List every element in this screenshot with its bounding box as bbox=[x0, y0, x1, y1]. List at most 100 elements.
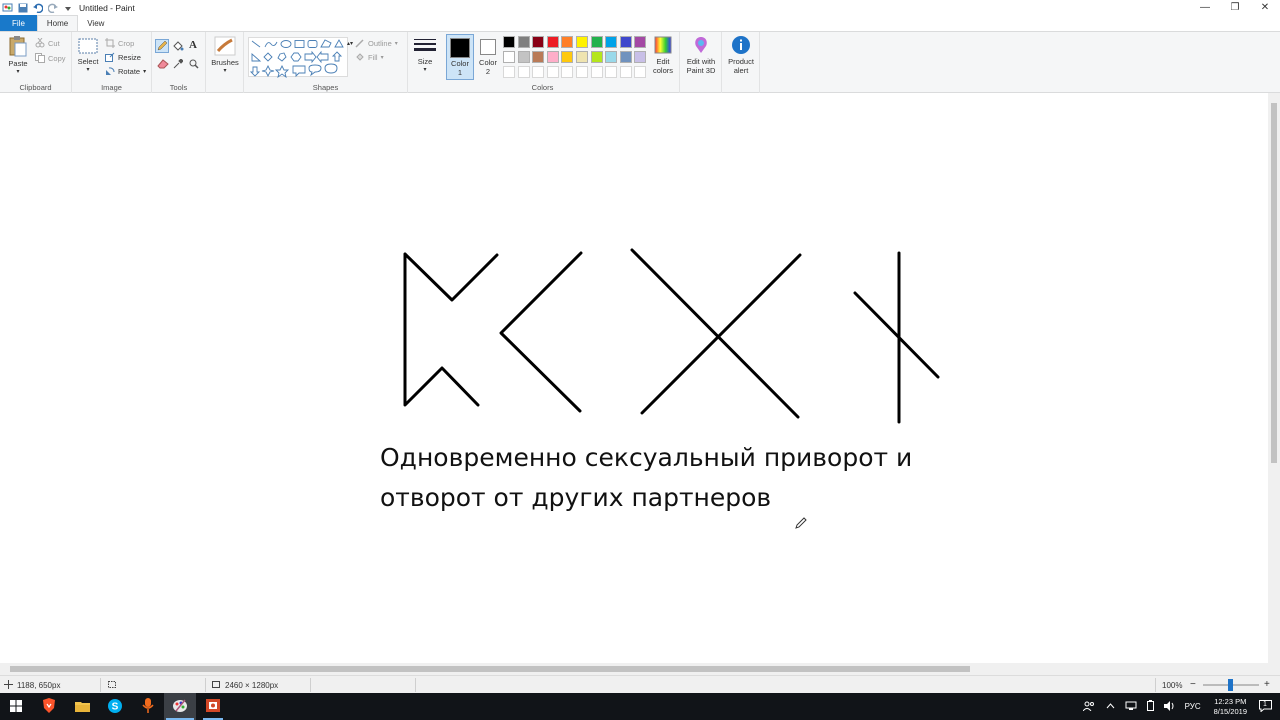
color-swatch[interactable] bbox=[546, 36, 559, 48]
outline-dropdown[interactable]: Outline ▾ bbox=[355, 38, 398, 48]
color-swatch[interactable] bbox=[561, 51, 574, 63]
color-swatch[interactable] bbox=[561, 36, 574, 48]
color-swatch[interactable] bbox=[546, 51, 559, 63]
rune-3a bbox=[630, 248, 800, 419]
customize-qat-icon[interactable] bbox=[62, 2, 73, 13]
size-button[interactable]: Size ▾ bbox=[412, 37, 438, 73]
pencil-cursor-icon bbox=[795, 517, 807, 531]
network-icon[interactable] bbox=[1125, 701, 1137, 713]
edit-colors-button[interactable]: Edit colors bbox=[648, 35, 678, 75]
rotate-dropdown-icon[interactable]: ▾ bbox=[143, 68, 146, 75]
fill-bucket-icon[interactable] bbox=[172, 40, 184, 54]
zoom-slider-thumb[interactable] bbox=[1228, 679, 1233, 691]
taskbar-file-explorer[interactable] bbox=[66, 693, 98, 720]
undo-icon[interactable] bbox=[32, 2, 43, 13]
shapes-gallery[interactable] bbox=[248, 37, 348, 79]
color-picker-icon[interactable] bbox=[173, 58, 184, 71]
color-swatch[interactable] bbox=[576, 51, 588, 63]
zoom-in-button[interactable]: + bbox=[1264, 679, 1270, 690]
tab-home[interactable]: Home bbox=[36, 15, 79, 31]
color-swatch[interactable] bbox=[576, 66, 588, 78]
color-swatch[interactable] bbox=[503, 36, 515, 48]
battery-icon[interactable] bbox=[1146, 700, 1154, 713]
color-swatch[interactable] bbox=[532, 51, 545, 63]
action-center-icon[interactable]: 1 bbox=[1259, 699, 1272, 714]
magnifier-icon[interactable] bbox=[189, 59, 199, 71]
rotate-label: Rotate bbox=[118, 66, 141, 76]
taskbar-powerpoint[interactable] bbox=[197, 693, 229, 720]
horizontal-scrollbar[interactable] bbox=[0, 663, 1268, 675]
zoom-level: 100% bbox=[1162, 676, 1182, 694]
color-swatch[interactable] bbox=[546, 66, 559, 78]
color-swatch[interactable] bbox=[590, 51, 603, 63]
crop-icon bbox=[105, 38, 115, 48]
tab-file[interactable]: File bbox=[0, 15, 37, 31]
show-hidden-icons-icon[interactable] bbox=[1106, 702, 1115, 711]
color-swatch[interactable] bbox=[590, 36, 603, 48]
color-swatch[interactable] bbox=[605, 66, 618, 78]
color-swatch[interactable] bbox=[605, 36, 618, 48]
vertical-scrollbar[interactable] bbox=[1268, 93, 1280, 663]
people-icon[interactable] bbox=[1082, 701, 1095, 713]
color-swatch[interactable] bbox=[503, 66, 515, 78]
color-swatch[interactable] bbox=[619, 36, 632, 48]
taskbar-brave[interactable] bbox=[33, 693, 65, 720]
color-swatch[interactable] bbox=[619, 51, 632, 63]
color-swatch[interactable] bbox=[590, 66, 603, 78]
color-swatch[interactable] bbox=[605, 51, 618, 63]
text-tool-icon[interactable]: A bbox=[189, 39, 197, 51]
resize-button[interactable]: Resize bbox=[105, 52, 141, 62]
color-swatch[interactable] bbox=[634, 66, 647, 78]
color-swatch[interactable] bbox=[576, 36, 588, 48]
zoom-out-button[interactable]: − bbox=[1190, 679, 1196, 690]
color-swatch[interactable] bbox=[503, 51, 515, 63]
keyboard-language[interactable]: РУС bbox=[1185, 702, 1201, 711]
vertical-scroll-thumb[interactable] bbox=[1271, 103, 1277, 463]
size-dropdown-icon[interactable]: ▾ bbox=[412, 66, 438, 73]
volume-icon[interactable] bbox=[1163, 700, 1175, 713]
fill-dropdown[interactable]: Fill ▾ bbox=[355, 52, 384, 62]
color-swatch[interactable] bbox=[532, 66, 545, 78]
color-swatch[interactable] bbox=[517, 66, 530, 78]
brushes-label: Brushes bbox=[211, 58, 239, 67]
drawing-canvas[interactable]: Одновременно сексуальный приворот и отво… bbox=[0, 93, 1268, 663]
horizontal-scroll-thumb[interactable] bbox=[10, 666, 970, 672]
redo-icon[interactable] bbox=[47, 2, 58, 13]
crop-button[interactable]: Crop bbox=[105, 38, 134, 48]
color-swatch[interactable] bbox=[634, 51, 647, 63]
tab-view[interactable]: View bbox=[78, 15, 113, 31]
copy-button[interactable]: Copy bbox=[35, 53, 66, 63]
select-button[interactable]: Select ▾ bbox=[76, 37, 100, 73]
product-alert-button[interactable]: Product alert bbox=[723, 35, 759, 75]
color-swatch[interactable] bbox=[532, 36, 545, 48]
status-bar: 1188, 650px 2460 × 1280px 100% − + bbox=[0, 675, 1280, 693]
brushes-button[interactable]: Brushes ▾ bbox=[210, 36, 240, 74]
color-swatch[interactable] bbox=[517, 51, 530, 63]
cut-button[interactable]: Cut bbox=[35, 38, 60, 48]
taskbar-recorder[interactable] bbox=[132, 693, 164, 720]
eraser-icon[interactable] bbox=[157, 59, 169, 71]
start-button[interactable] bbox=[0, 693, 32, 720]
taskbar-paint[interactable] bbox=[164, 693, 196, 720]
clock[interactable]: 12:23 PM 8/15/2019 bbox=[1214, 697, 1247, 717]
minimize-button[interactable]: — bbox=[1190, 0, 1220, 15]
paste-dropdown-icon[interactable]: ▾ bbox=[6, 68, 30, 75]
maximize-button[interactable]: ❐ bbox=[1220, 0, 1250, 15]
image-size: 2460 × 1280px bbox=[211, 676, 278, 694]
taskbar-skype[interactable]: S bbox=[99, 693, 131, 720]
zoom-slider[interactable] bbox=[1203, 679, 1259, 691]
save-icon[interactable] bbox=[17, 2, 28, 13]
color-swatch[interactable] bbox=[517, 36, 530, 48]
rotate-button[interactable]: Rotate ▾ bbox=[105, 66, 146, 76]
edit-with-paint3d-button[interactable]: Edit with Paint 3D bbox=[682, 35, 720, 75]
shapes-scroll-icon[interactable]: ▴▾ bbox=[347, 40, 353, 47]
brush-icon bbox=[214, 36, 236, 58]
paste-button[interactable]: Paste ▾ bbox=[6, 35, 30, 75]
select-dropdown-icon[interactable]: ▾ bbox=[76, 66, 100, 73]
color-swatch[interactable] bbox=[561, 66, 574, 78]
brushes-dropdown-icon[interactable]: ▾ bbox=[210, 67, 240, 74]
close-button[interactable]: ✕ bbox=[1250, 0, 1280, 15]
color-swatch[interactable] bbox=[634, 36, 647, 48]
pencil-icon[interactable] bbox=[155, 39, 169, 53]
color-swatch[interactable] bbox=[619, 66, 632, 78]
